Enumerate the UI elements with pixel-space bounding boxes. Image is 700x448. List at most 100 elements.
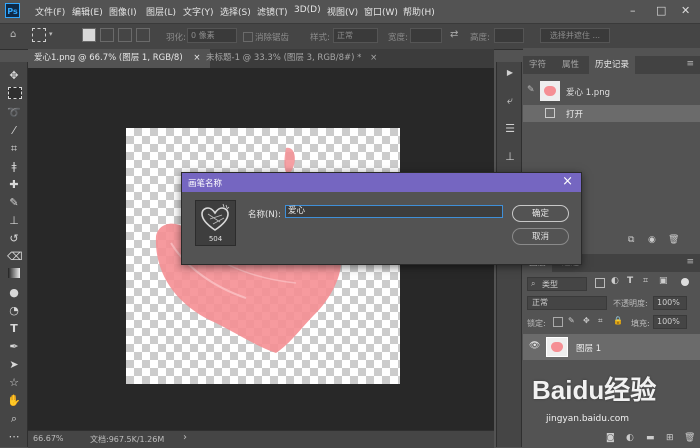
menu-view[interactable]: 视图(V) <box>327 5 358 18</box>
magic-wand-icon[interactable]: ⁄ <box>7 124 21 138</box>
menu-filter[interactable]: 滤镜(T) <box>257 5 288 18</box>
lock-position-icon[interactable]: ✥ <box>583 316 590 325</box>
brush-tool-icon[interactable]: ✎ <box>7 196 21 210</box>
width-input[interactable] <box>410 28 442 43</box>
filter-adjustment-icon[interactable]: ◐ <box>611 276 619 286</box>
new-selection-icon[interactable] <box>82 28 96 42</box>
layers-menu-icon[interactable]: ≡ <box>686 257 694 267</box>
shape-tool-icon[interactable]: ☆ <box>7 376 21 390</box>
history-state-row[interactable]: 打开 <box>523 105 700 122</box>
brush-settings-icon[interactable]: ⤶ <box>503 94 517 108</box>
menu-window[interactable]: 窗口(W) <box>364 5 398 18</box>
layer-name: 图层 1 <box>576 344 602 354</box>
filter-type-icon[interactable]: T <box>627 276 633 286</box>
add-mask-icon[interactable]: ◙ <box>606 433 615 443</box>
adjustments-icon[interactable]: ☰ <box>503 122 517 136</box>
layer-row[interactable]: 👁 图层 1 <box>523 334 700 360</box>
menu-layer[interactable]: 图层(L) <box>146 5 176 18</box>
collapse-panels-icon[interactable]: ▶ <box>503 66 517 80</box>
eraser-icon[interactable]: ⌫ <box>7 250 23 264</box>
menu-edit[interactable]: 编辑(E) <box>72 5 103 18</box>
clone-stamp-icon[interactable]: ⊥ <box>7 214 21 228</box>
home-icon[interactable]: ⌂ <box>10 29 16 40</box>
pen-tool-icon[interactable]: ✒ <box>7 340 21 354</box>
tab-history[interactable]: 历史记录 <box>589 56 636 74</box>
new-layer-icon[interactable]: ⊞ <box>666 433 674 443</box>
clone-source-icon[interactable]: ⊥ <box>503 150 517 164</box>
new-document-from-state-icon[interactable]: ⧉ <box>628 235 634 245</box>
tab-properties[interactable]: 属性 <box>556 56 585 74</box>
more-tools-icon[interactable]: ⋯ <box>7 430 21 444</box>
dodge-tool-icon[interactable]: ◔ <box>7 304 21 318</box>
move-tool-icon[interactable]: ✥ <box>7 69 21 83</box>
lasso-tool-icon[interactable]: ➰ <box>7 106 21 120</box>
adjustment-layer-icon[interactable]: ◐ <box>626 433 634 443</box>
gradient-tool-icon[interactable] <box>8 268 20 278</box>
antialias-checkbox[interactable] <box>243 32 253 42</box>
fill-input[interactable]: 100% <box>653 315 687 329</box>
crop-tool-icon[interactable]: ⌗ <box>7 142 21 156</box>
window-close-icon[interactable]: ✕ <box>681 4 690 17</box>
filter-pixel-icon[interactable] <box>595 278 605 288</box>
trash-icon[interactable]: 🗑 <box>668 235 679 245</box>
height-input[interactable] <box>494 28 524 43</box>
zoom-tool-icon[interactable]: ⌕ <box>7 412 21 426</box>
close-icon[interactable]: × <box>562 174 573 189</box>
menu-3d[interactable]: 3D(D) <box>294 5 321 15</box>
filter-shape-icon[interactable]: ⌗ <box>643 276 648 286</box>
intersect-selection-icon[interactable] <box>136 28 150 42</box>
photoshop-logo[interactable]: Ps <box>5 3 20 18</box>
visibility-eye-icon[interactable]: 👁 <box>529 341 540 351</box>
brush-name-input[interactable]: 爱心 <box>285 205 503 218</box>
new-group-icon[interactable]: ▬ <box>646 433 655 443</box>
menu-file[interactable]: 文件(F) <box>35 5 65 18</box>
ok-button[interactable]: 确定 <box>512 205 569 222</box>
history-snapshot[interactable]: ✎ 爱心 1.png <box>523 78 700 104</box>
menu-select[interactable]: 选择(S) <box>220 5 251 18</box>
style-select[interactable]: 正常 <box>333 28 378 43</box>
panel-menu-icon[interactable]: ≡ <box>686 59 694 69</box>
tab-inactive[interactable]: 未标题-1 @ 33.3% (图层 3, RGB/8#) * × <box>200 49 392 68</box>
path-selection-icon[interactable]: ➤ <box>7 358 21 372</box>
tab-character[interactable]: 字符 <box>523 56 552 74</box>
add-selection-icon[interactable] <box>100 28 114 42</box>
feather-input[interactable]: 0 像素 <box>187 28 237 43</box>
dialog-title-bar[interactable]: 画笔名称 × <box>182 173 581 192</box>
filter-smart-object-icon[interactable]: ▣ <box>659 276 668 286</box>
tab-active[interactable]: 爱心1.png @ 66.7% (图层 1, RGB/8) × <box>28 49 210 68</box>
layers-footer: ◙ ◐ ▬ ⊞ 🗑 <box>546 433 696 447</box>
lock-transparency-icon[interactable] <box>553 317 563 327</box>
lock-image-icon[interactable]: ✎ <box>568 316 575 325</box>
menu-image[interactable]: 图像(I) <box>109 5 137 18</box>
status-menu-arrow[interactable]: › <box>183 432 187 443</box>
type-tool-icon[interactable]: T <box>7 322 21 336</box>
history-brush-icon[interactable]: ↺ <box>7 232 21 246</box>
tab-close-icon[interactable]: × <box>370 53 377 63</box>
hand-tool-icon[interactable]: ✋ <box>7 394 21 408</box>
tool-preset-icon[interactable] <box>32 28 46 42</box>
chevron-down-icon[interactable]: ▾ <box>49 30 53 38</box>
cancel-button[interactable]: 取消 <box>512 228 569 245</box>
blur-tool-icon[interactable]: ● <box>7 286 21 300</box>
zoom-level[interactable]: 66.67% <box>33 434 64 443</box>
subtract-selection-icon[interactable] <box>118 28 132 42</box>
eyedropper-icon[interactable]: ǂ <box>7 160 21 174</box>
opacity-input[interactable]: 100% <box>653 296 687 310</box>
healing-brush-icon[interactable]: ✚ <box>7 178 21 192</box>
swap-icon[interactable]: ⇄ <box>450 29 458 40</box>
menu-help[interactable]: 帮助(H) <box>403 5 435 18</box>
minimize-icon[interactable]: – <box>630 4 636 17</box>
tools-panel: ✥ ➰ ⁄ ⌗ ǂ ✚ ✎ ⊥ ↺ ⌫ ● ◔ T ✒ ➤ ☆ ✋ ⌕ ⋯ <box>0 62 28 447</box>
history-brush-source-icon[interactable]: ✎ <box>527 85 535 95</box>
blend-mode-select[interactable]: 正常 <box>527 296 607 310</box>
delete-layer-icon[interactable]: 🗑 <box>684 433 695 443</box>
layer-filter-select[interactable]: ⌕ 类型 <box>527 277 587 291</box>
marquee-tool-icon[interactable] <box>8 87 22 99</box>
lock-all-icon[interactable]: 🔒 <box>613 316 623 325</box>
select-and-mask-button[interactable]: 选择并遮住 ... <box>540 28 610 43</box>
maximize-icon[interactable]: □ <box>656 4 666 17</box>
lock-artboard-icon[interactable]: ⌗ <box>598 316 603 326</box>
menu-type[interactable]: 文字(Y) <box>183 5 214 18</box>
camera-icon[interactable]: ◉ <box>648 235 656 245</box>
filter-toggle-icon[interactable] <box>681 278 689 286</box>
